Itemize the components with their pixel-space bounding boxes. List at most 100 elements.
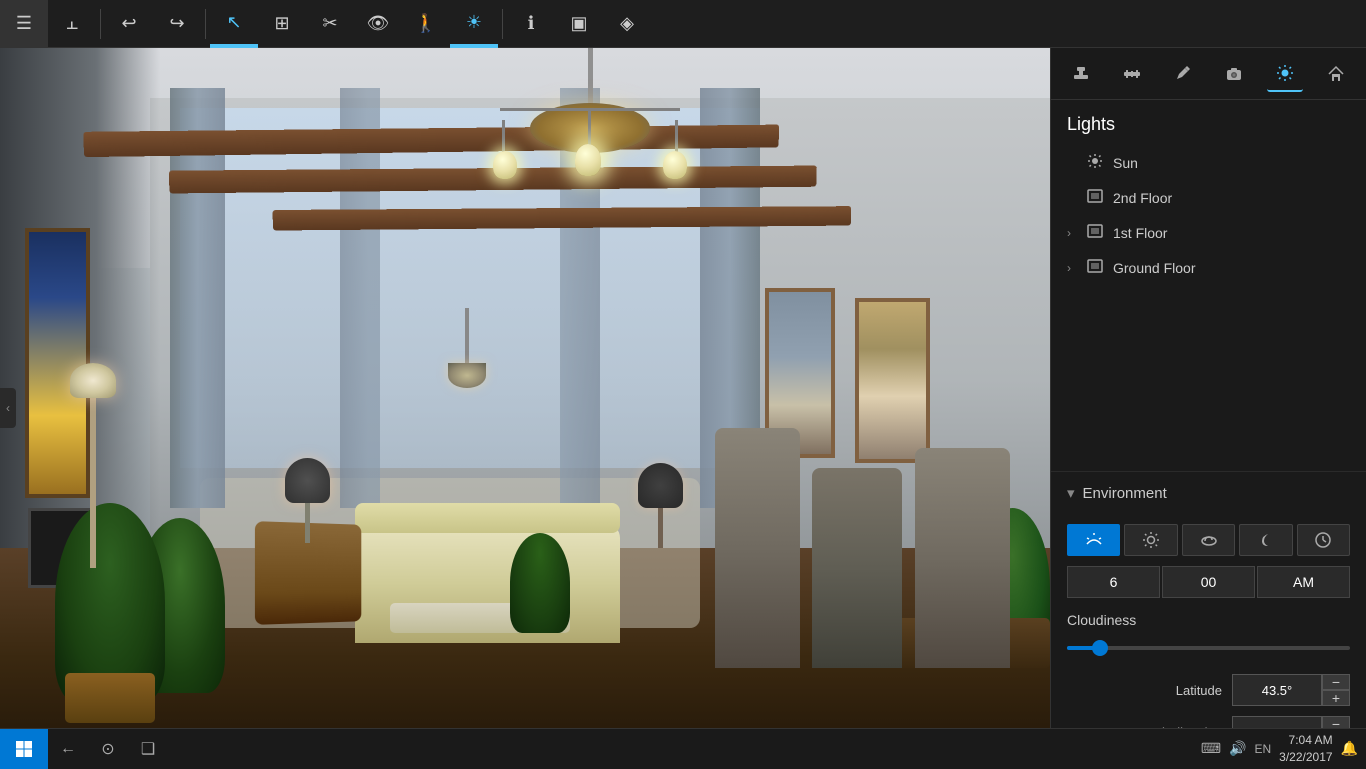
notification-icon[interactable]: 🔔 (1341, 740, 1358, 757)
start-button[interactable] (0, 729, 48, 769)
hour-field[interactable]: 6 (1067, 566, 1160, 598)
latitude-buttons: − + (1322, 674, 1350, 706)
back-icon: ← (60, 740, 76, 758)
collapse-arrow[interactable]: ‹ (0, 388, 16, 428)
select-button[interactable]: ↖ (210, 0, 258, 48)
artwork-left (25, 228, 90, 498)
2nd-floor-light-icon (1087, 188, 1103, 207)
objects-button[interactable]: ⊞ (258, 0, 306, 48)
measure-tool-button[interactable] (1114, 56, 1150, 92)
latitude-decrease-button[interactable]: − (1322, 674, 1350, 690)
objects-icon: ⊞ (274, 13, 289, 34)
ampm-field[interactable]: AM (1257, 566, 1350, 598)
panel-spacer (1051, 285, 1366, 471)
dining-chair-1 (915, 448, 1010, 668)
bulb-right (663, 151, 687, 179)
pencil-icon (1174, 65, 1192, 83)
separator-2 (205, 9, 206, 39)
undo-button[interactable]: ↩ (105, 0, 153, 48)
sunny-icon (1142, 531, 1160, 549)
1st-floor-expand-icon: › (1067, 226, 1079, 240)
edit-tool-button[interactable] (1165, 56, 1201, 92)
bulb-center (575, 144, 601, 176)
walk-button[interactable]: 🚶 (402, 0, 450, 48)
sun-light-icon (1087, 153, 1103, 172)
lights-title: Lights (1051, 100, 1366, 145)
side-panel: Lights Sun 2nd Floor › 1st Floor (1050, 48, 1366, 768)
minute-field[interactable]: 00 (1162, 566, 1255, 598)
info-icon: ℹ (528, 13, 535, 34)
taskview-button[interactable]: ❑ (128, 729, 168, 769)
menu-button[interactable]: ☰ (0, 0, 48, 48)
floor-lamp-pole (90, 388, 96, 568)
clock[interactable]: 7:04 AM 3/22/2017 (1279, 732, 1332, 766)
sun-label: Sun (1113, 155, 1138, 171)
bulb-left (493, 151, 517, 179)
room-scene (0, 48, 1050, 768)
lighting-tool-button[interactable] (1267, 56, 1303, 92)
panel-toolbar (1051, 48, 1366, 100)
cloudy-icon (1200, 531, 1218, 549)
pendant-shade (448, 363, 486, 388)
volume-icon[interactable]: 🔊 (1229, 740, 1246, 757)
environment-chevron: ▾ (1067, 484, 1075, 502)
network-icon[interactable]: EN (1255, 742, 1272, 756)
environment-header[interactable]: ▾ Environment (1051, 472, 1366, 514)
house-tool-button[interactable] (1318, 56, 1354, 92)
latitude-increase-button[interactable]: + (1322, 690, 1350, 706)
plant-center (510, 533, 570, 633)
time-cloudy-button[interactable] (1182, 524, 1235, 556)
hammer-icon (1072, 65, 1090, 83)
environment-section: ▾ Environment (1051, 471, 1366, 768)
latitude-input[interactable]: 43.5° (1232, 674, 1322, 706)
display-button[interactable]: ▣ (555, 0, 603, 48)
redo-icon: ↪ (169, 13, 184, 34)
sofa-back (355, 503, 620, 533)
view-button[interactable]: 👁 (354, 0, 402, 48)
1st-floor-light-item[interactable]: › 1st Floor (1051, 215, 1366, 250)
main-viewport[interactable]: ‹ (0, 48, 1050, 768)
clock-icon (1314, 531, 1332, 549)
cloudiness-slider[interactable] (1067, 638, 1350, 658)
build-button[interactable]: ✂ (306, 0, 354, 48)
sun-light-item[interactable]: Sun (1051, 145, 1366, 180)
lighting-icon: ☀ (466, 12, 482, 33)
ground-floor-expand-icon: › (1067, 261, 1079, 275)
camera-tool-button[interactable] (1216, 56, 1252, 92)
cortana-button[interactable]: ⊙ (88, 729, 128, 769)
time-input-row: 6 00 AM (1067, 566, 1350, 598)
ground-floor-light-item[interactable]: › Ground Floor (1051, 250, 1366, 285)
environment-title: Environment (1083, 485, 1167, 502)
cortana-icon: ⊙ (101, 739, 114, 759)
undo-icon: ↩ (121, 13, 136, 34)
top-toolbar: ☰ ⫠ ↩ ↪ ↖ ⊞ ✂ 👁 🚶 ☀ ℹ ▣ ◈ (0, 0, 1366, 48)
2nd-floor-light-item[interactable]: 2nd Floor (1051, 180, 1366, 215)
separator-1 (100, 9, 101, 39)
info-button[interactable]: ℹ (507, 0, 555, 48)
walk-icon: 🚶 (415, 13, 437, 34)
time-selector (1067, 524, 1350, 556)
sun-icon (1276, 64, 1294, 82)
pendant-rod (465, 308, 469, 368)
taskview-icon: ❑ (141, 739, 155, 759)
back-taskbar-button[interactable]: ← (48, 729, 88, 769)
keyboard-icon[interactable]: ⌨ (1201, 740, 1221, 757)
dining-chair-2 (812, 468, 902, 668)
time-clock-button[interactable] (1297, 524, 1350, 556)
time-sunrise-button[interactable] (1067, 524, 1120, 556)
threed-button[interactable]: ◈ (603, 0, 651, 48)
redo-button[interactable]: ↪ (153, 0, 201, 48)
cloudiness-label: Cloudiness (1067, 612, 1350, 628)
lighting-button[interactable]: ☀ (450, 0, 498, 48)
build-tool-button[interactable] (1063, 56, 1099, 92)
slider-thumb[interactable] (1092, 640, 1108, 656)
chandelier-arm-v2 (502, 120, 505, 155)
library-button[interactable]: ⫠ (48, 0, 96, 48)
time-night-button[interactable] (1239, 524, 1292, 556)
latitude-row: Latitude 43.5° − + (1067, 674, 1350, 706)
camera-icon (1225, 65, 1243, 83)
time-sunny-button[interactable] (1124, 524, 1177, 556)
select-icon: ↖ (226, 12, 241, 33)
ground-floor-light-icon (1087, 258, 1103, 277)
measure-icon (1123, 65, 1141, 83)
